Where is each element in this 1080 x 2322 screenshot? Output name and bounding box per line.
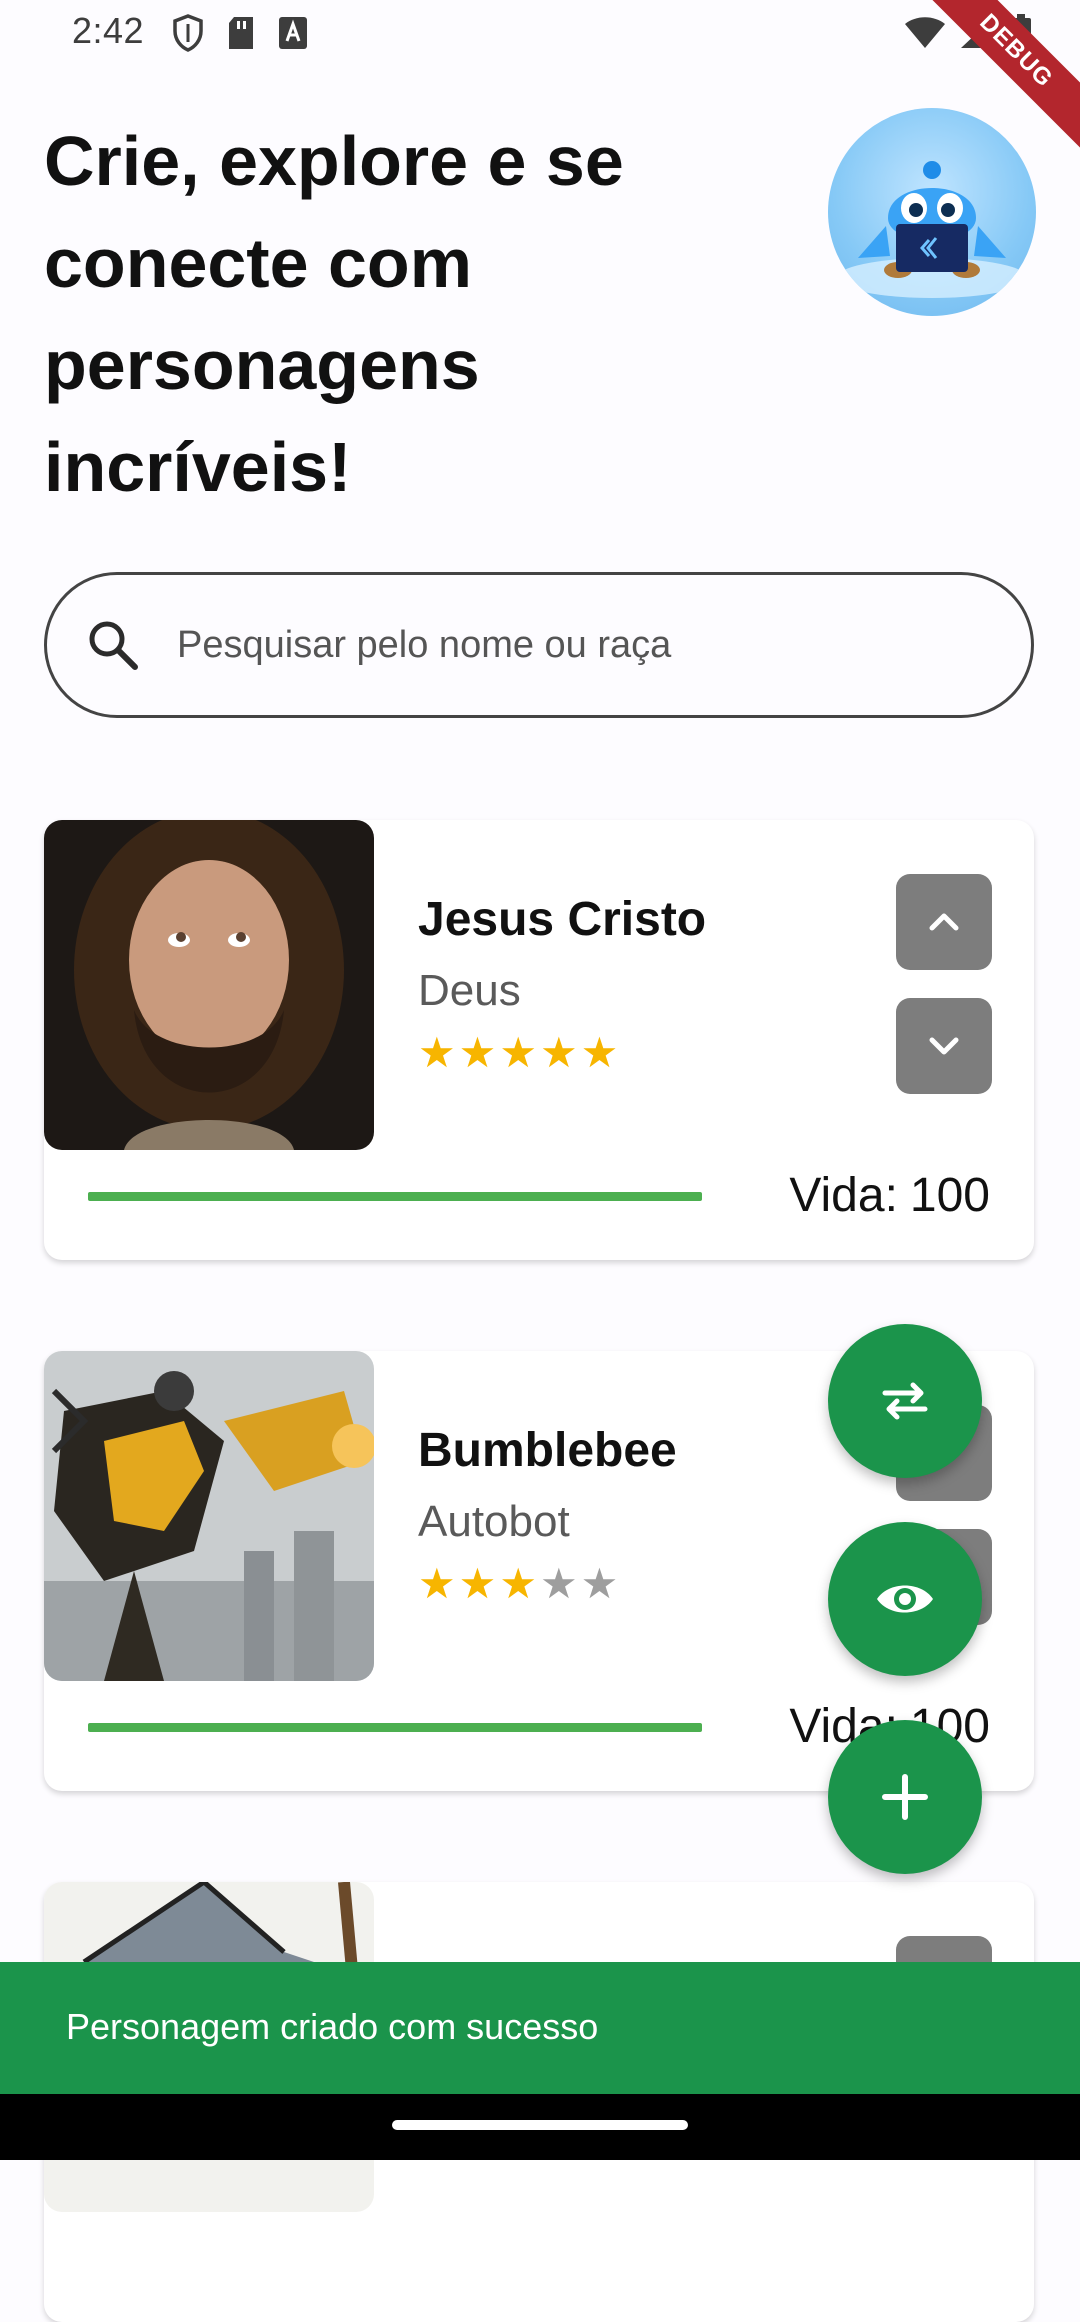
sd-card-icon	[229, 17, 253, 49]
star-icon: ★	[458, 1560, 497, 1607]
status-time: 2:42	[72, 10, 145, 51]
status-bar: 2:42	[0, 0, 1080, 66]
shield-icon	[173, 14, 203, 52]
home-gesture-handle[interactable]	[392, 2120, 688, 2130]
chevron-up-icon	[929, 913, 959, 931]
character-race: Autobot	[418, 1497, 570, 1546]
star-icon: ★	[458, 1029, 497, 1076]
level-up-button[interactable]	[896, 874, 992, 970]
life-progress-bar	[88, 1723, 702, 1732]
star-icon: ★	[499, 1560, 537, 1607]
mascot-illustration	[836, 161, 1028, 298]
chevron-down-icon	[929, 1037, 959, 1055]
star-icon: ★	[418, 1029, 456, 1076]
star-icon: ★	[580, 1029, 619, 1076]
wifi-icon	[905, 17, 945, 48]
life-progress-bar	[88, 1192, 702, 1201]
life-number: 100	[909, 1169, 990, 1222]
star-rating: ★ ★ ★ ★ ★	[418, 1563, 618, 1605]
character-race: Deus	[418, 966, 521, 1015]
swap-button[interactable]	[828, 1324, 982, 1478]
add-icon	[882, 1774, 928, 1820]
swap-icon	[882, 1382, 928, 1420]
character-card[interactable]: Jesus Cristo Deus ★ ★ ★ ★ ★ Vida: 100	[44, 820, 1034, 1260]
star-rating: ★ ★ ★ ★ ★	[418, 1032, 618, 1074]
snackbar: Personagem criado com sucesso	[0, 1962, 1080, 2094]
character-name: Bumblebee	[418, 1424, 677, 1477]
view-button[interactable]	[828, 1522, 982, 1676]
character-name: Jesus Cristo	[418, 893, 707, 946]
character-image	[44, 1351, 374, 1681]
star-icon: ★	[418, 1560, 456, 1607]
add-button[interactable]	[828, 1720, 982, 1874]
star-icon: ★	[539, 1560, 578, 1607]
search-input[interactable]	[175, 622, 939, 668]
star-icon: ★	[539, 1029, 578, 1076]
character-image	[44, 820, 374, 1150]
font-icon	[279, 17, 307, 49]
life-value: Vida: 100	[789, 1168, 990, 1223]
snackbar-message: Personagem criado com sucesso	[66, 2006, 599, 2047]
search-bar[interactable]	[44, 572, 1034, 718]
page-title: Crie, explore e se conecte com personage…	[44, 122, 624, 506]
search-icon	[89, 621, 138, 670]
avatar[interactable]	[828, 108, 1036, 316]
star-icon: ★	[499, 1029, 537, 1076]
star-icon: ★	[580, 1560, 619, 1607]
life-label: Vida:	[789, 1169, 898, 1222]
level-down-button[interactable]	[896, 998, 992, 1094]
eye-icon	[877, 1585, 933, 1613]
